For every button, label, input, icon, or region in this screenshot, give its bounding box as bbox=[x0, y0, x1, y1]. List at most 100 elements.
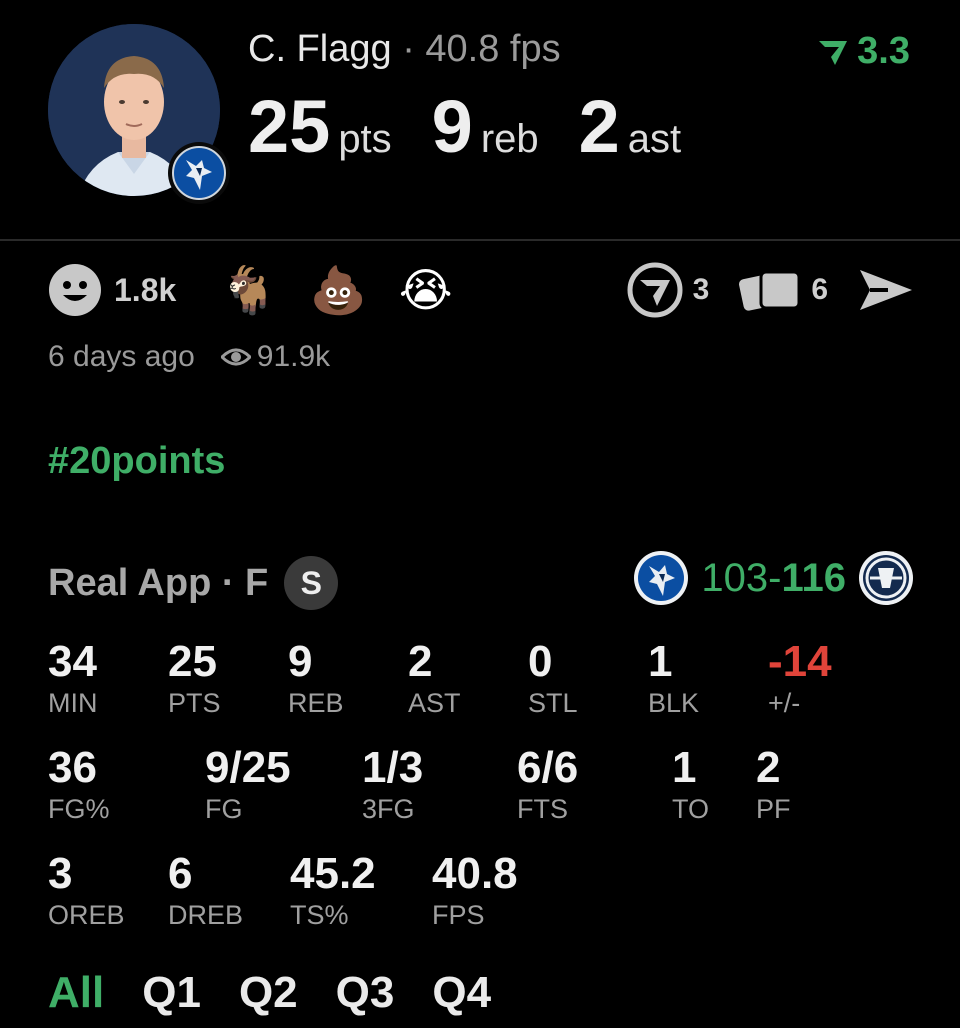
stat-value: 1/3 bbox=[362, 743, 424, 792]
stat-label: REB bbox=[288, 688, 344, 718]
tab-q2[interactable]: Q2 bbox=[239, 968, 298, 1018]
stat-pf: 2 PF bbox=[756, 746, 791, 823]
tab-q3[interactable]: Q3 bbox=[336, 968, 395, 1018]
stat-stl: 0 STL bbox=[528, 640, 578, 717]
stat-label: DREB bbox=[168, 900, 244, 930]
s-badge: S bbox=[284, 556, 339, 610]
reactions-bar: 1.8k 🐐 💩 😭 bbox=[48, 262, 485, 318]
stat-label: AST bbox=[408, 688, 461, 718]
separator: · bbox=[402, 28, 415, 70]
quarter-tabs: All Q1 Q2 Q3 Q4 bbox=[48, 968, 491, 1018]
statline-value: 9 bbox=[431, 85, 473, 168]
player-title[interactable]: C. Flagg · 40.8 fps bbox=[248, 28, 561, 71]
stat-fg: 9/25 FG bbox=[205, 746, 291, 823]
stat-label: PF bbox=[756, 794, 791, 824]
stat-fts: 6/6 FTS bbox=[517, 746, 578, 823]
views: 91.9k bbox=[220, 340, 331, 374]
stat-label: TS% bbox=[290, 900, 349, 930]
score-dash: - bbox=[768, 555, 782, 600]
mavericks-icon bbox=[172, 146, 226, 200]
stat-value: 3 bbox=[48, 849, 73, 898]
stat-value: 9/25 bbox=[205, 743, 291, 792]
statline-unit: ast bbox=[627, 117, 682, 161]
crying-emoji-icon[interactable]: 😭 bbox=[399, 267, 453, 313]
stat-value: 9 bbox=[288, 637, 313, 686]
rating-badge[interactable]: 3.3 bbox=[817, 30, 910, 73]
stat-label: 3FG bbox=[362, 794, 415, 824]
player-name: C. Flagg bbox=[248, 28, 392, 70]
comments-icon[interactable] bbox=[627, 262, 683, 318]
stat-label: STL bbox=[528, 688, 578, 718]
stat-label: FG bbox=[205, 794, 243, 824]
stat-label: FTS bbox=[517, 794, 568, 824]
team-logo-mavericks bbox=[168, 142, 230, 204]
hashtag-link[interactable]: #20points bbox=[48, 440, 225, 483]
player-fps: 40.8 fps bbox=[425, 28, 561, 70]
post-meta: 6 days ago 91.9k bbox=[48, 340, 330, 374]
cards-icon[interactable] bbox=[739, 266, 801, 314]
stat-label: TO bbox=[672, 794, 710, 824]
eye-icon bbox=[220, 348, 251, 366]
statline-unit: pts bbox=[338, 117, 392, 161]
headline-statline: 25 pts 9 reb 2 ast bbox=[248, 84, 721, 169]
stat-value: 34 bbox=[48, 637, 97, 686]
stat-value: 40.8 bbox=[432, 849, 518, 898]
stat-label: OREB bbox=[48, 900, 125, 930]
views-count: 91.9k bbox=[256, 340, 331, 373]
post-actions: 3 6 bbox=[627, 262, 914, 318]
stat-dreb: 6 DREB bbox=[168, 852, 243, 929]
stat-value: 1 bbox=[648, 637, 673, 686]
game-source-label: Real App · F bbox=[48, 561, 269, 604]
divider bbox=[0, 239, 960, 241]
stat-plus-minus: -14 +/- bbox=[768, 640, 832, 717]
statline-value: 25 bbox=[248, 85, 331, 168]
stat-label: BLK bbox=[648, 688, 700, 718]
stat-value: 0 bbox=[528, 637, 553, 686]
stat-value: 25 bbox=[168, 637, 217, 686]
score-away: 116 bbox=[781, 555, 846, 600]
stat-value: 36 bbox=[48, 743, 97, 792]
goat-emoji-icon[interactable]: 🐐 bbox=[220, 267, 277, 313]
tab-q4[interactable]: Q4 bbox=[432, 968, 491, 1018]
score-home: 103 bbox=[701, 555, 769, 600]
stat-label: +/- bbox=[768, 688, 801, 718]
share-icon[interactable] bbox=[858, 266, 914, 314]
stat-label: MIN bbox=[48, 688, 98, 718]
cards-count: 6 bbox=[811, 273, 828, 306]
stat-pts: 25 PTS bbox=[168, 640, 221, 717]
smile-count: 1.8k bbox=[114, 271, 177, 308]
stat-value: 6/6 bbox=[517, 743, 579, 792]
stat-value: -14 bbox=[768, 637, 832, 686]
rating-value: 3.3 bbox=[857, 30, 910, 72]
stat-fg-pct: 36 FG% bbox=[48, 746, 110, 823]
stat-label: FPS bbox=[432, 900, 485, 930]
stat-value: 1 bbox=[672, 743, 697, 792]
stat-to: 1 TO bbox=[672, 746, 709, 823]
stat-value: 2 bbox=[756, 743, 781, 792]
stat-min: 34 MIN bbox=[48, 640, 98, 717]
stat-ts-pct: 45.2 TS% bbox=[290, 852, 376, 929]
stat-label: PTS bbox=[168, 688, 221, 718]
stat-label: FG% bbox=[48, 794, 110, 824]
stat-value: 45.2 bbox=[290, 849, 376, 898]
comments-count: 3 bbox=[692, 273, 710, 306]
mavericks-logo-icon bbox=[634, 551, 689, 605]
game-source[interactable]: Real App · F S bbox=[48, 556, 339, 610]
game-score[interactable]: 103-116 bbox=[633, 550, 914, 606]
smile-reaction-icon[interactable] bbox=[48, 263, 102, 317]
stat-blk: 1 BLK bbox=[648, 640, 699, 717]
stat-value: 6 bbox=[168, 849, 193, 898]
post-time: 6 days ago bbox=[48, 340, 195, 373]
stat-oreb: 3 OREB bbox=[48, 852, 125, 929]
tab-all[interactable]: All bbox=[48, 968, 104, 1018]
statline-value: 2 bbox=[578, 85, 620, 168]
stat-fps: 40.8 FPS bbox=[432, 852, 518, 929]
score-text: 103-116 bbox=[701, 556, 846, 601]
stat-value: 2 bbox=[408, 637, 433, 686]
statline-unit: reb bbox=[480, 117, 539, 161]
stat-reb: 9 REB bbox=[288, 640, 344, 717]
poop-emoji-icon[interactable]: 💩 bbox=[310, 267, 367, 313]
brand-v-icon bbox=[819, 40, 848, 65]
tab-q1[interactable]: Q1 bbox=[142, 968, 201, 1018]
stat-3fg: 1/3 3FG bbox=[362, 746, 423, 823]
